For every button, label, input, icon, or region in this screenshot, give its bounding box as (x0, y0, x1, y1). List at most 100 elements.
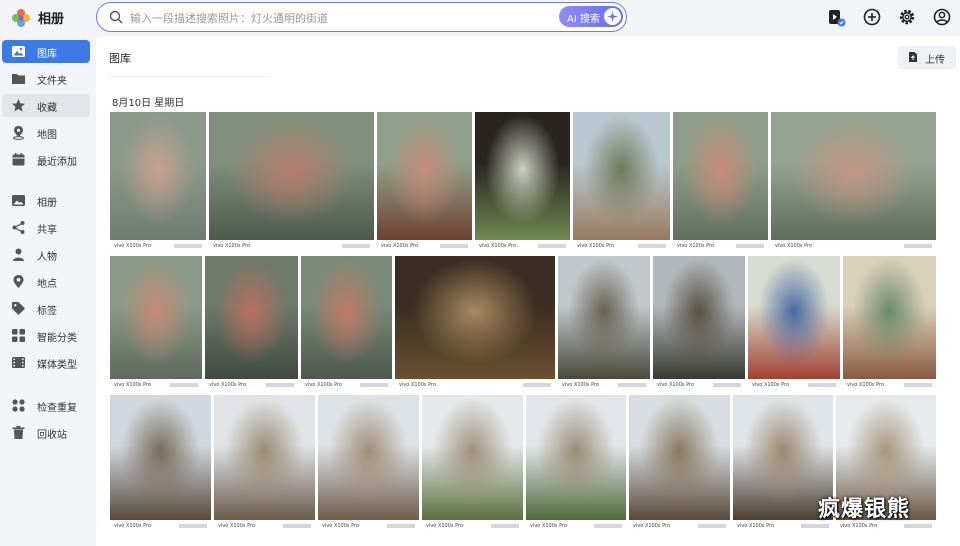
photo-thumbnail[interactable]: vivo X100s Pro (475, 112, 570, 250)
person-icon (13, 248, 24, 261)
photo-image (558, 256, 650, 379)
camera-strip: vivo X100s Pro (475, 240, 570, 250)
sidebar-item-smart-category[interactable]: 智能分类 (2, 324, 90, 347)
photo-thumbnail[interactable]: vivo X100s Pro (843, 256, 936, 389)
photo-thumbnail[interactable]: vivo X100s Pro (110, 112, 206, 250)
camera-label: vivo X100s Pro (399, 382, 437, 388)
photo-thumbnail[interactable]: vivo X100s Pro (558, 256, 650, 389)
photo-thumbnail[interactable]: vivo X100s Pro (377, 112, 472, 250)
search-bar[interactable]: 输入一段描述搜索照片：灯火通明的街道 AI 搜索 (96, 2, 627, 32)
photo-thumbnail[interactable]: vivo X100s Pro (214, 395, 315, 530)
sidebar-item-media-type[interactable]: 媒体类型 (2, 351, 90, 374)
camera-strip: vivo X100s Pro (653, 379, 745, 389)
album-icon (12, 195, 25, 206)
sidebar-item-label: 人物 (37, 252, 57, 263)
camera-strip: vivo X100s Pro (318, 520, 419, 530)
sidebar-item-label: 图库 (37, 49, 57, 60)
settings-icon[interactable] (897, 7, 917, 27)
ai-search-button[interactable]: AI 搜索 (559, 6, 623, 27)
sidebar-item-albums[interactable]: 相册 (2, 189, 90, 212)
photo-thumbnail[interactable]: vivo X100s Pro (653, 256, 745, 389)
camera-strip: vivo X100s Pro (771, 240, 936, 250)
camera-label: vivo X100s Pro (114, 243, 152, 249)
photo-thumbnail[interactable]: vivo X100s Pro (573, 112, 670, 250)
sidebar-item-folders[interactable]: 文件夹 (2, 67, 90, 90)
camera-label: vivo X100s Pro (209, 382, 247, 388)
photo-thumbnail[interactable]: vivo X100s Pro (526, 395, 626, 530)
photo-thumbnail[interactable]: vivo X100s Pro (673, 112, 768, 250)
upload-label: 上传 (925, 55, 945, 66)
location-icon (13, 275, 24, 288)
photo-exif-info (638, 244, 666, 248)
photo-exif-info (538, 244, 566, 248)
photo-thumbnail[interactable]: vivo X100s Pro (748, 256, 840, 389)
photo-thumbnail[interactable]: vivo X100s Pro (422, 395, 523, 530)
camera-label: vivo X100s Pro (479, 243, 517, 249)
sidebar-item-gallery[interactable]: 图库 (2, 40, 90, 63)
search-input[interactable]: 输入一段描述搜索照片：灯火通明的街道 (130, 10, 328, 26)
sidebar-item-label: 回收站 (37, 430, 67, 441)
photo-image (110, 112, 206, 240)
photo-sync-icon[interactable] (826, 7, 846, 27)
photo-exif-info (179, 524, 207, 528)
sidebar-item-trash[interactable]: 回收站 (2, 421, 90, 444)
sidebar-item-favorites[interactable]: 收藏 (2, 94, 90, 117)
sidebar-item-people[interactable]: 人物 (2, 243, 90, 266)
photo-image (748, 256, 840, 379)
photo-thumbnail[interactable]: vivo X100s Pro (395, 256, 555, 389)
ai-search-label: AI 搜索 (567, 14, 600, 25)
photo-image (301, 256, 392, 379)
photo-exif-info (266, 383, 294, 387)
photo-exif-info (698, 524, 726, 528)
sidebar-item-label: 最近添加 (37, 157, 77, 168)
camera-label: vivo X100s Pro (775, 243, 813, 249)
folder-icon (12, 74, 25, 84)
photo-thumbnail[interactable]: vivo X100s Pro (301, 256, 392, 389)
photo-thumbnail[interactable]: vivo X100s Pro (205, 256, 298, 389)
trash-icon (12, 426, 25, 439)
sidebar-item-map[interactable]: 地图 (2, 121, 90, 144)
top-bar: 相册 输入一段描述搜索照片：灯火通明的街道 AI 搜索 (0, 0, 960, 36)
page-title: 图库 (109, 52, 131, 65)
camera-label: vivo X100s Pro (530, 523, 568, 529)
sidebar-item-places[interactable]: 地点 (2, 270, 90, 293)
gallery-icon (12, 46, 25, 57)
camera-label: vivo X100s Pro (305, 382, 343, 388)
app-logo-icon (12, 9, 30, 27)
add-circle-icon[interactable] (862, 7, 882, 27)
star-icon (12, 99, 25, 112)
photo-image (214, 395, 315, 520)
sidebar-item-label: 共享 (37, 225, 57, 236)
photo-exif-info (360, 383, 388, 387)
camera-label: vivo X100s Pro (426, 523, 464, 529)
photo-thumbnail[interactable]: vivo X100s Pro (209, 112, 374, 250)
photo-exif-info (713, 383, 741, 387)
sidebar-item-label: 收藏 (37, 103, 57, 114)
camera-strip: vivo X100s Pro (573, 240, 670, 250)
smart-category-icon (12, 329, 25, 342)
camera-label: vivo X100s Pro (633, 523, 671, 529)
upload-button[interactable]: 上传 (898, 46, 956, 69)
camera-strip: vivo X100s Pro (526, 520, 626, 530)
sidebar-item-label: 地点 (37, 279, 57, 290)
photo-thumbnail[interactable]: vivo X100s Pro (771, 112, 936, 250)
camera-strip: vivo X100s Pro (422, 520, 523, 530)
photo-thumbnail[interactable]: vivo X100s Pro (110, 256, 202, 389)
sparkle-icon (604, 8, 621, 25)
photo-thumbnail[interactable]: vivo X100s Pro (110, 395, 211, 530)
sidebar-item-duplicates[interactable]: 检查重复 (2, 394, 90, 417)
sidebar-item-tags[interactable]: 标签 (2, 297, 90, 320)
photo-exif-info (491, 524, 519, 528)
photo-thumbnail[interactable]: vivo X100s Pro (318, 395, 419, 530)
photo-exif-info (904, 524, 932, 528)
sidebar-item-label: 媒体类型 (37, 360, 77, 371)
photo-thumbnail[interactable]: vivo X100s Pro (629, 395, 730, 530)
photo-image (475, 112, 570, 240)
camera-label: vivo X100s Pro (657, 382, 695, 388)
account-icon[interactable] (932, 7, 952, 27)
sidebar-item-recent[interactable]: 最近添加 (2, 148, 90, 171)
sidebar-item-shared[interactable]: 共享 (2, 216, 90, 239)
photo-image (110, 395, 211, 520)
sidebar-item-label: 标签 (37, 306, 57, 317)
camera-strip: vivo X100s Pro (558, 379, 650, 389)
